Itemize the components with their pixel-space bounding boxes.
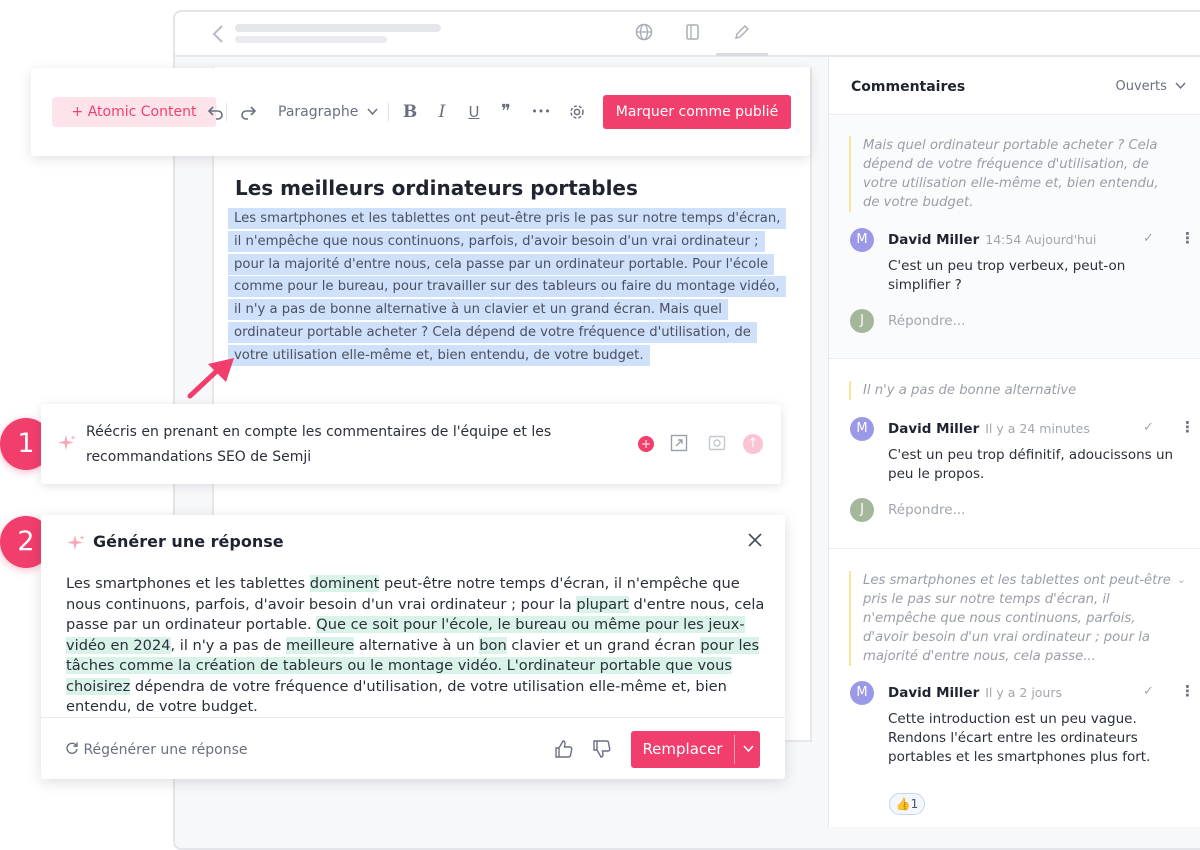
comment-quote: Il n'y a pas de bonne alternative: [849, 381, 1179, 400]
text-segment: clavier et un grand écran: [506, 636, 701, 654]
text-segment: , il n'y a pas de: [170, 636, 286, 654]
comment-text: C'est un peu trop verbeux, peut-on simpl…: [888, 258, 1126, 293]
add-context-icon[interactable]: +: [638, 436, 654, 452]
comment-author: David Miller 14:54 Aujourd'hui: [888, 232, 1096, 248]
comment-thread: Mais quel ordinateur portable acheter ? …: [829, 116, 1200, 359]
mark-published-button[interactable]: Marquer comme publié: [603, 95, 791, 129]
comments-title: Commentaires: [851, 79, 966, 95]
comments-filter-select[interactable]: Ouverts: [1115, 79, 1186, 94]
avatar: M: [850, 417, 874, 441]
globe-icon[interactable]: [634, 22, 654, 42]
avatar: J: [850, 309, 874, 333]
refresh-icon: [65, 742, 83, 758]
prompt-input[interactable]: Réécris en prenant en compte les comment…: [86, 420, 566, 470]
resolve-check-icon[interactable]: ✓: [1143, 684, 1154, 699]
image-upload-icon[interactable]: [707, 434, 727, 454]
reaction-badge[interactable]: 👍1: [889, 793, 925, 815]
regenerate-button[interactable]: Régénérer une réponse: [65, 741, 248, 758]
avatar: M: [850, 681, 874, 705]
chevron-down-icon: [1175, 79, 1186, 94]
author-name: David Miller: [888, 685, 980, 701]
generate-panel-footer: Régénérer une réponse Remplacer: [41, 717, 785, 779]
comments-panel: Commentaires Ouverts Mais quel ordinateu…: [828, 57, 1200, 827]
document-icon[interactable]: [683, 22, 703, 42]
comment-quote: Mais quel ordinateur portable acheter ? …: [849, 136, 1179, 212]
chevron-down-icon[interactable]: [737, 731, 759, 768]
chevron-down-icon[interactable]: ⌄: [1177, 573, 1186, 586]
placeholder-bar: [235, 24, 441, 32]
bold-button[interactable]: B: [399, 100, 421, 124]
article-title: Les meilleurs ordinateurs portables: [235, 176, 638, 200]
comment-time: 14:54 Aujourd'hui: [985, 232, 1097, 247]
arrow-pointer-icon: [187, 358, 234, 399]
comments-header: Commentaires Ouverts: [829, 57, 1200, 115]
send-arrow-icon[interactable]: ↑: [743, 434, 763, 454]
italic-button[interactable]: I: [431, 100, 453, 124]
suggested-change: dominent: [309, 575, 380, 592]
chevron-down-icon: [367, 104, 378, 120]
reply-input[interactable]: Répondre...: [888, 502, 965, 518]
text-segment: Les smartphones et les tablettes: [66, 575, 310, 592]
generate-panel-title: Générer une réponse: [93, 532, 284, 551]
active-tab-indicator: [716, 53, 768, 56]
comment-thread: Les smartphones et les tablettes ont peu…: [829, 549, 1200, 827]
replace-label: Remplacer: [642, 740, 723, 758]
comment-text: Cette introduction est un peu vague. Ren…: [888, 711, 1151, 765]
underline-button[interactable]: U: [463, 100, 485, 124]
back-chevron-icon[interactable]: [211, 24, 227, 44]
sparkle-icon: [57, 433, 77, 458]
avatar: M: [850, 228, 874, 252]
close-icon[interactable]: [747, 529, 763, 554]
thumbs-down-icon[interactable]: [592, 739, 612, 759]
placeholder-bar: [235, 36, 387, 43]
more-vertical-icon[interactable]: ⋮: [1180, 418, 1195, 436]
reply-input[interactable]: Répondre...: [888, 313, 965, 329]
quote-button[interactable]: ❞: [495, 100, 517, 124]
comment-text: C'est un peu trop définitif, adoucissons…: [888, 447, 1174, 482]
more-options-button[interactable]: •••: [529, 100, 553, 124]
more-vertical-icon[interactable]: ⋮: [1180, 229, 1195, 247]
pencil-icon[interactable]: [732, 22, 752, 42]
paragraph-style-select[interactable]: Paragraphe: [278, 101, 378, 123]
comment-author: David Miller Il y a 2 jours: [888, 685, 1062, 701]
more-vertical-icon[interactable]: ⋮: [1180, 682, 1195, 700]
comment-thread: Il n'y a pas de bonne alternative M Davi…: [829, 359, 1200, 549]
article-body[interactable]: Les smartphones et les tablettes ont peu…: [228, 208, 788, 368]
text-segment: alternative à un: [354, 636, 480, 654]
generate-response-panel: Générer une réponse Les smartphones et l…: [41, 515, 785, 779]
sparkle-icon: [66, 533, 86, 558]
avatar: J: [850, 498, 874, 522]
paragraph-style-label: Paragraphe: [278, 104, 359, 120]
comment-quote: Les smartphones et les tablettes ont peu…: [849, 571, 1179, 666]
selected-text[interactable]: Les smartphones et les tablettes ont peu…: [228, 208, 787, 366]
button-divider: [734, 735, 735, 764]
ai-prompt-box[interactable]: Réécris en prenant en compte les comment…: [41, 404, 781, 484]
suggested-change: meilleure: [286, 636, 355, 654]
suggested-change: plupart: [576, 595, 629, 613]
resolve-check-icon[interactable]: ✓: [1143, 231, 1154, 246]
browser-topbar: [175, 12, 1200, 57]
resolve-check-icon[interactable]: ✓: [1143, 420, 1154, 435]
undo-icon[interactable]: [205, 100, 227, 124]
text-segment: dépendra de votre fréquence d'utilisatio…: [66, 677, 727, 716]
generated-text: Les smartphones et les tablettes dominen…: [66, 574, 766, 718]
editor-toolbar: + Atomic Content Paragraphe B I U ❞ ••• …: [31, 68, 810, 156]
replace-button[interactable]: Remplacer: [631, 731, 760, 768]
comment-time: Il y a 2 jours: [985, 685, 1063, 700]
atomic-content-button[interactable]: + Atomic Content: [52, 97, 216, 127]
toolbar-divider: [388, 103, 389, 121]
suggested-change: bon: [479, 636, 507, 654]
settings-gear-icon[interactable]: [566, 100, 588, 124]
comment-author: David Miller Il y a 24 minutes: [888, 421, 1090, 437]
filter-label: Ouverts: [1115, 79, 1167, 94]
redo-icon[interactable]: [237, 100, 259, 124]
thumbs-up-icon[interactable]: [554, 739, 574, 759]
regenerate-label: Régénérer une réponse: [83, 742, 248, 758]
expand-icon[interactable]: [669, 434, 689, 454]
comment-time: Il y a 24 minutes: [985, 421, 1090, 436]
author-name: David Miller: [888, 421, 980, 437]
author-name: David Miller: [888, 232, 980, 248]
